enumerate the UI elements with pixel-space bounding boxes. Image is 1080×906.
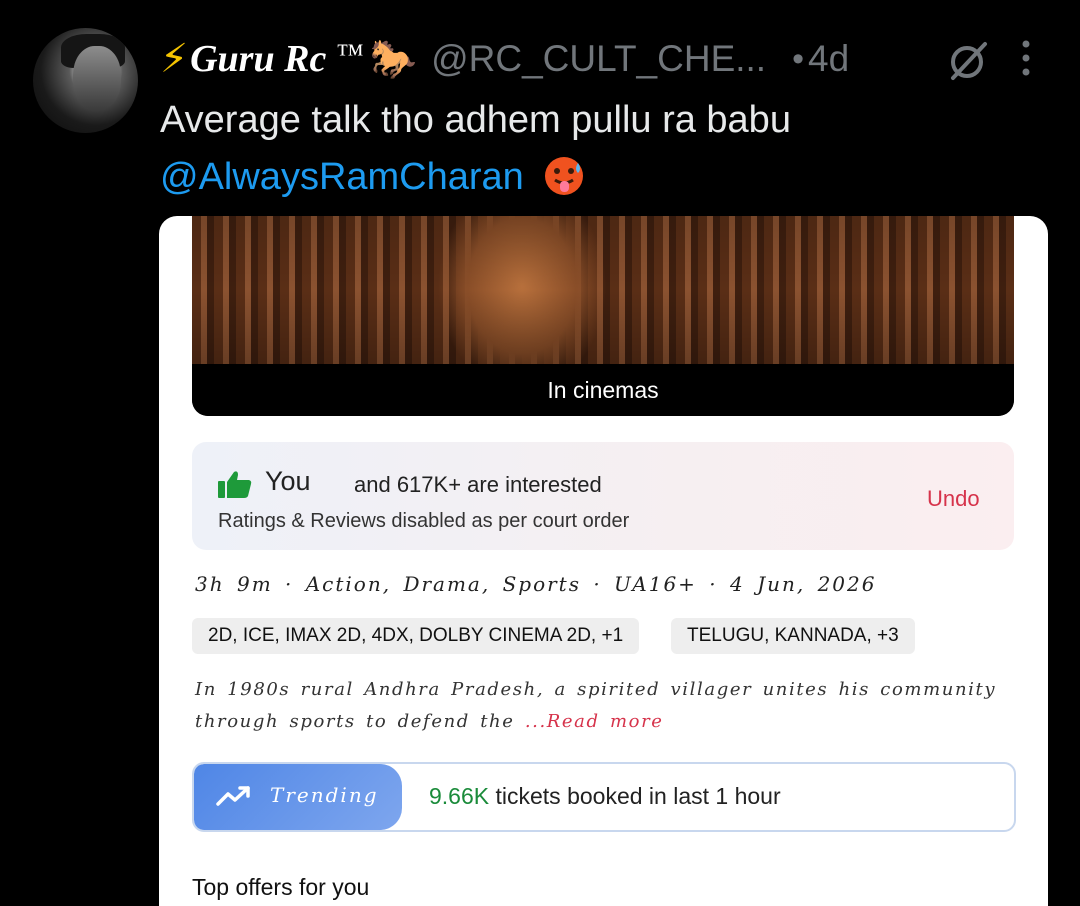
tickets-count: 9.66K xyxy=(429,783,490,809)
user-handle[interactable]: @RC_CULT_CHE... xyxy=(431,38,766,80)
language-chip: TELUGU, KANNADA, +3 xyxy=(671,618,915,654)
grok-icon[interactable] xyxy=(945,36,993,84)
tweet-header: ⚡ Guru Rc ™ 🐎 @RC_CULT_CHE... • 4d xyxy=(160,34,849,84)
format-chip: 2D, ICE, IMAX 2D, 4DX, DOLBY CINEMA 2D, … xyxy=(192,618,640,654)
tweet-body: Average talk tho adhem pullu ra babu xyxy=(160,99,791,141)
trending-badge: Trending xyxy=(194,764,402,830)
hot-face-emoji-icon xyxy=(545,157,584,195)
avatar-face xyxy=(73,46,121,110)
interest-card: You and 617K+ are interested Ratings & R… xyxy=(192,442,1014,550)
thumbs-up-icon xyxy=(218,471,252,498)
movie-meta: 3h 9m · Action, Drama, Sports · UA16+ · … xyxy=(195,572,877,596)
trending-card: Trending 9.66K tickets booked in last 1 … xyxy=(192,762,1016,832)
mention-link[interactable]: @AlwaysRamCharan xyxy=(160,156,524,198)
undo-button: Undo xyxy=(927,486,980,511)
movie-description: In 1980s rural Andhra Pradesh, a spirite… xyxy=(195,674,1015,738)
tweet-text: Average talk tho adhem pullu ra babu @Al… xyxy=(160,92,791,206)
movie-poster: In cinemas xyxy=(192,216,1014,416)
timestamp[interactable]: 4d xyxy=(808,38,849,80)
read-more-link: ...Read more xyxy=(524,711,664,732)
tweet-mention-line: @AlwaysRamCharan xyxy=(160,149,791,206)
court-order-note: Ratings & Reviews disabled as per court … xyxy=(218,510,630,532)
interested-count: and 617K+ are interested xyxy=(354,472,602,497)
trending-label: Trending xyxy=(270,783,379,807)
attached-screenshot[interactable]: In cinemas You and 617K+ are interested … xyxy=(159,216,1048,906)
trending-up-icon xyxy=(216,786,250,806)
you-label: You xyxy=(265,466,311,496)
bolt-emoji: ⚡ xyxy=(160,36,189,82)
tickets-booked: 9.66K tickets booked in last 1 hour xyxy=(429,783,781,810)
more-options-icon[interactable] xyxy=(1016,38,1036,78)
separator-dot: • xyxy=(792,39,804,78)
display-name[interactable]: Guru Rc xyxy=(190,37,326,81)
horse-emoji: 🐎 xyxy=(369,36,418,81)
poster-shade xyxy=(192,216,1014,364)
tickets-text: tickets booked in last 1 hour xyxy=(489,783,781,809)
in-cinemas-banner: In cinemas xyxy=(192,364,1014,416)
avatar[interactable] xyxy=(33,28,138,133)
trademark-symbol: ™ xyxy=(336,39,364,70)
top-offers-heading: Top offers for you xyxy=(192,874,370,900)
